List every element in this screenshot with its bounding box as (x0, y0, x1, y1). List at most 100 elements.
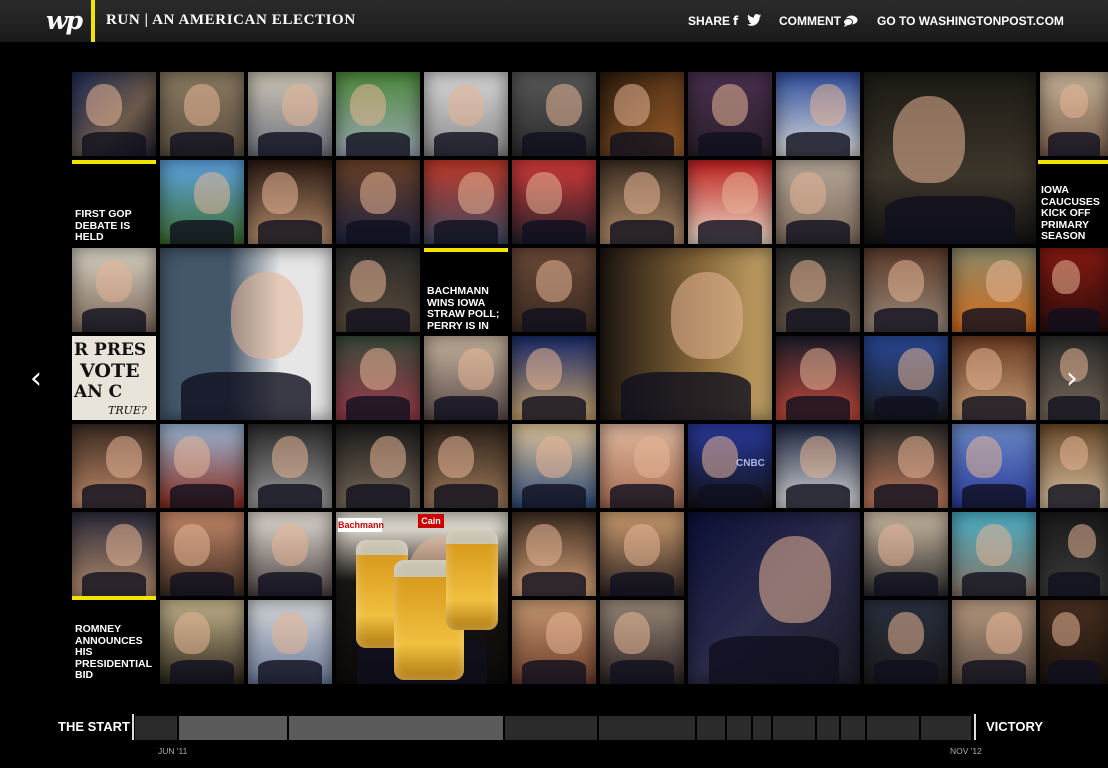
grid-photo-tile[interactable] (248, 424, 332, 508)
caption-tile-debate[interactable]: FIRST GOP DEBATE IS HELD (72, 160, 156, 244)
grid-photo-tile[interactable] (248, 600, 332, 684)
grid-photo-tile[interactable] (424, 424, 508, 508)
grid-photo-tile[interactable] (600, 512, 684, 596)
timeline-segment[interactable] (599, 716, 695, 740)
timeline-segment[interactable] (135, 716, 177, 740)
grid-photo-tile[interactable] (248, 72, 332, 156)
grid-photo-tile[interactable] (688, 512, 860, 684)
grid-photo-tile[interactable] (600, 160, 684, 244)
grid-photo-tile[interactable] (160, 600, 244, 684)
caption-tile-romney[interactable]: ROMNEY ANNOUNCES HIS PRESIDENTIAL BID (72, 596, 156, 684)
grid-photo-tile[interactable] (776, 336, 860, 420)
grid-photo-tile[interactable] (160, 424, 244, 508)
timeline-segment[interactable] (867, 716, 919, 740)
grid-photo-tile[interactable] (72, 72, 156, 156)
caption-tile-iowa[interactable]: IOWA CAUCUSES KICK OFF PRIMARY SEASON (1038, 160, 1108, 244)
grid-photo-tile[interactable] (952, 512, 1036, 596)
grid-photo-tile[interactable] (952, 600, 1036, 684)
grid-photo-tile[interactable] (336, 248, 420, 332)
page-title: RUN | AN AMERICAN ELECTION (106, 12, 356, 28)
grid-photo-tile[interactable] (512, 424, 596, 508)
chevron-right-icon[interactable]: › (1060, 362, 1084, 396)
grid-photo-tile[interactable] (72, 512, 156, 596)
grid-photo-tile[interactable] (248, 160, 332, 244)
grid-photo-tile[interactable] (512, 512, 596, 596)
protest-sign-photo[interactable]: R PRES VOTE AN C TRUE? (72, 336, 156, 420)
grid-photo-tile[interactable] (776, 160, 860, 244)
grid-photo-tile[interactable] (512, 160, 596, 244)
grid-photo-tile[interactable] (864, 512, 948, 596)
sign-text-line: TRUE? (108, 404, 147, 417)
grid-photo-tile[interactable] (600, 424, 684, 508)
grid-photo-tile[interactable] (600, 600, 684, 684)
grid-photo-tile[interactable] (776, 424, 860, 508)
grid-photo-tile[interactable] (336, 336, 420, 420)
timeline-end-label[interactable]: VICTORY (986, 719, 1043, 734)
caption-tile-bachmann[interactable]: BACHMANN WINS IOWA STRAW POLL; PERRY IS … (424, 248, 508, 332)
grid-photo-tile[interactable] (336, 160, 420, 244)
timeline-segment[interactable] (289, 716, 503, 740)
grid-photo-tile[interactable] (160, 160, 244, 244)
grid-photo-tile[interactable] (600, 248, 772, 420)
portrait-body-shape (258, 220, 322, 244)
comment-bubble-icon[interactable] (843, 15, 858, 30)
timeline-segment[interactable] (753, 716, 771, 740)
timeline-start-label[interactable]: THE START (58, 719, 130, 734)
grid-photo-tile[interactable] (1040, 424, 1108, 508)
grid-photo-tile[interactable] (864, 248, 948, 332)
grid-photo-tile[interactable] (776, 72, 860, 156)
grid-photo-tile[interactable] (160, 248, 332, 420)
grid-photo-tile[interactable] (952, 336, 1036, 420)
grid-photo-tile[interactable] (336, 424, 420, 508)
grid-photo-tile[interactable] (688, 72, 772, 156)
grid-photo-tile[interactable] (512, 72, 596, 156)
portrait-body-shape (522, 396, 586, 420)
grid-photo-tile[interactable] (336, 72, 420, 156)
grid-photo-tile[interactable] (1040, 512, 1108, 596)
grid-photo-tile[interactable] (776, 248, 860, 332)
timeline-segment[interactable] (505, 716, 597, 740)
grid-photo-tile[interactable] (424, 72, 508, 156)
timeline-segment[interactable] (817, 716, 839, 740)
grid-photo-tile[interactable] (952, 424, 1036, 508)
grid-photo-tile[interactable] (688, 160, 772, 244)
portrait-shape (526, 171, 562, 215)
grid-photo-tile[interactable] (864, 424, 948, 508)
portrait-body-shape (1048, 396, 1100, 420)
timeline-segment[interactable] (179, 716, 287, 740)
portrait-body-shape (962, 660, 1026, 684)
washington-post-logo[interactable]: wp (46, 6, 90, 36)
portrait-shape (790, 259, 826, 303)
comment-link[interactable]: COMMENT (779, 14, 841, 28)
timeline-segment[interactable] (727, 716, 751, 740)
grid-photo-tile[interactable] (864, 72, 1036, 244)
grid-photo-tile[interactable] (864, 600, 948, 684)
grid-photo-tile[interactable] (1040, 248, 1108, 332)
timeline-segment[interactable] (921, 716, 971, 740)
grid-photo-tile[interactable] (424, 160, 508, 244)
grid-photo-tile[interactable] (160, 72, 244, 156)
timeline-segment[interactable] (697, 716, 725, 740)
grid-photo-tile[interactable] (512, 336, 596, 420)
goto-washingtonpost-link[interactable]: GO TO WASHINGTONPOST.COM (877, 14, 1064, 28)
timeline-segment[interactable] (773, 716, 815, 740)
twitter-icon[interactable] (747, 14, 761, 29)
grid-photo-tile[interactable] (248, 512, 332, 596)
grid-photo-tile[interactable] (512, 248, 596, 332)
portrait-body-shape (434, 396, 498, 420)
grid-photo-tile[interactable] (72, 424, 156, 508)
grid-photo-tile[interactable] (424, 336, 508, 420)
grid-photo-tile[interactable] (512, 600, 596, 684)
grid-photo-tile[interactable] (864, 336, 948, 420)
chevron-left-icon[interactable]: ‹ (24, 362, 48, 396)
grid-photo-tile[interactable] (72, 248, 156, 332)
grid-photo-tile[interactable] (1040, 600, 1108, 684)
grid-photo-tile[interactable] (160, 512, 244, 596)
timeline-segment[interactable] (841, 716, 865, 740)
grid-photo-tile[interactable] (600, 72, 684, 156)
grid-photo-tile[interactable] (1040, 72, 1108, 156)
timeline-start-date: JUN '11 (158, 746, 188, 756)
grid-photo-tile[interactable] (952, 248, 1036, 332)
portrait-body-shape (1048, 308, 1100, 332)
facebook-icon[interactable]: f (733, 14, 738, 28)
